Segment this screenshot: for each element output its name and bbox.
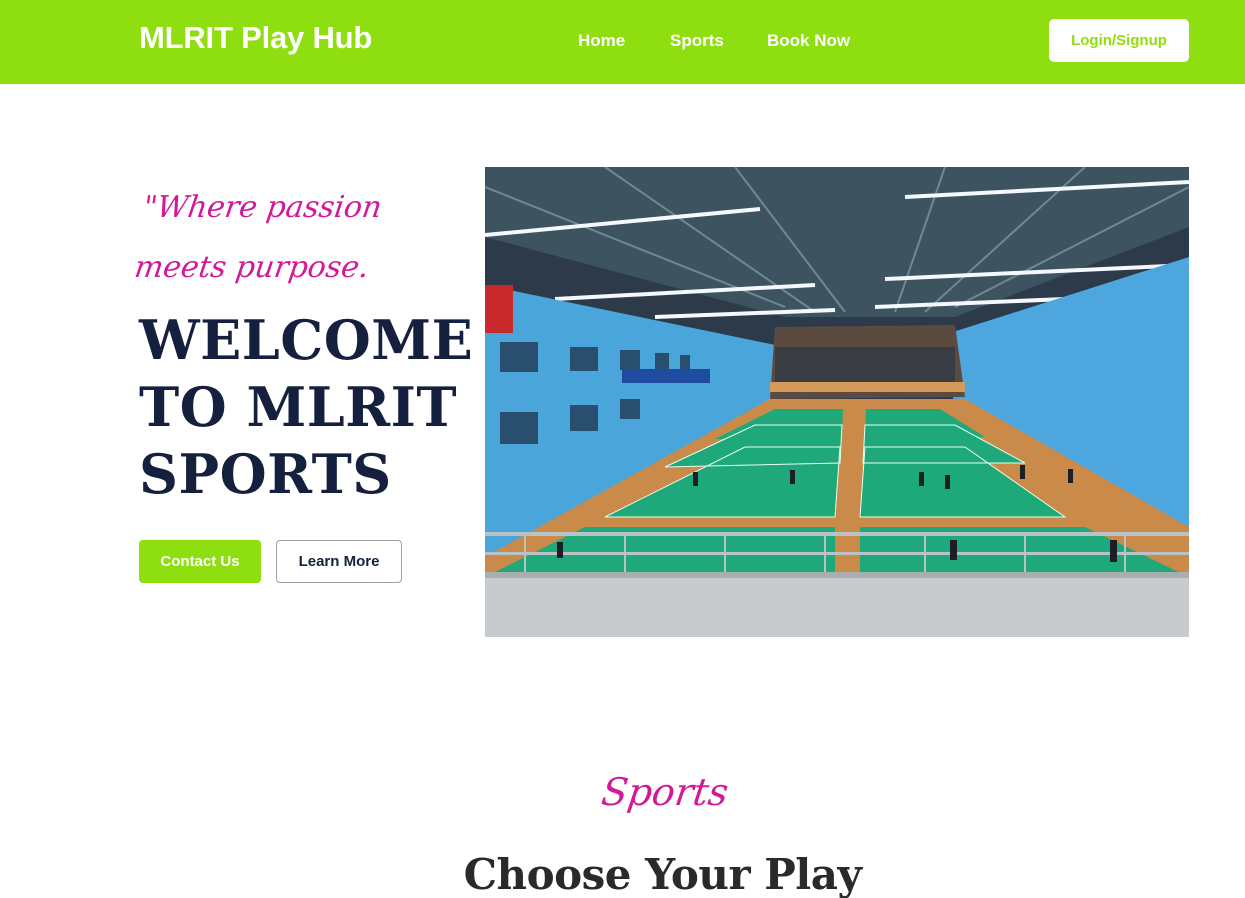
login-signup-button[interactable]: Login/Signup <box>1049 19 1189 62</box>
nav-book-now-link[interactable]: Book Now <box>767 31 850 51</box>
hero-image-badminton-courts <box>485 167 1189 637</box>
brand-logo[interactable]: MLRIT Play Hub <box>139 20 372 56</box>
learn-more-button[interactable]: Learn More <box>276 540 402 583</box>
nav-sports-link[interactable]: Sports <box>670 31 724 51</box>
sports-script-heading: Sports <box>598 770 732 814</box>
nav-home-link[interactable]: Home <box>578 31 625 51</box>
hero-title: WELCOME TO MLRIT SPORTS <box>139 308 474 506</box>
hero-tagline: "Where passion meets purpose. <box>132 190 384 285</box>
sports-section-title: Choose Your Play <box>463 850 862 898</box>
contact-us-button[interactable]: Contact Us <box>139 540 261 583</box>
navbar: MLRIT Play Hub Home Sports Book Now Logi… <box>0 0 1245 84</box>
